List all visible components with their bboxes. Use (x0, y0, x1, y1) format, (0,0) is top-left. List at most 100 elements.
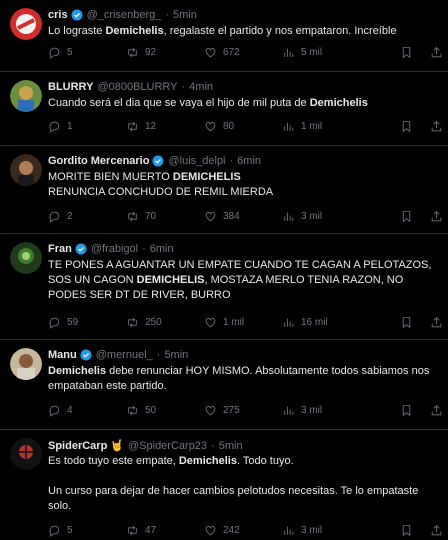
reply-count: 5 (67, 47, 73, 58)
like-button[interactable]: 242 (204, 524, 240, 537)
share-icon (431, 121, 442, 132)
user-name[interactable]: cris (48, 9, 68, 21)
avatar[interactable] (10, 154, 42, 186)
views-button[interactable]: 3 mil (282, 404, 322, 417)
user-name[interactable]: Fran (48, 243, 72, 255)
verified-icon (71, 9, 83, 21)
timestamp[interactable]: 5min (219, 440, 243, 452)
user-name[interactable]: SpiderCarp (48, 440, 107, 452)
tweet-text-part: Cuando será el dia que se vaya el hijo d… (48, 97, 310, 109)
retweet-button[interactable]: 12 (126, 120, 156, 133)
tweet-text: Es todo tuyo este empate, Demichelis. To… (48, 454, 440, 514)
reply-button[interactable]: 5 (48, 524, 73, 537)
share-icon (431, 525, 442, 536)
reply-button[interactable]: 4 (48, 404, 73, 417)
share-button[interactable] (430, 316, 448, 329)
user-handle[interactable]: @0800BLURRY (97, 81, 177, 93)
like-count: 672 (223, 47, 240, 58)
bookmark-icon (402, 317, 411, 329)
bookmark-button[interactable] (400, 120, 419, 133)
reply-button[interactable]: 2 (48, 210, 73, 223)
retweet-button[interactable]: 250 (126, 316, 162, 329)
verified-icon (75, 243, 87, 255)
like-button[interactable]: 672 (204, 46, 240, 59)
retweet-button[interactable]: 92 (126, 46, 156, 59)
view-count: 3 mil (301, 211, 323, 222)
views-button[interactable]: 16 mil (282, 316, 328, 329)
separator-dot: · (156, 349, 161, 361)
views-button[interactable]: 1 mil (282, 120, 322, 133)
retweet-icon (128, 47, 137, 58)
tweet[interactable]: Gordito Mercenario @luis_delpi · 6min MO… (0, 146, 448, 234)
bookmark-button[interactable] (400, 316, 419, 329)
avatar[interactable] (10, 438, 42, 470)
tweet-text-highlight: Demichelis (309, 97, 368, 109)
bookmark-button[interactable] (400, 404, 419, 417)
views-button[interactable]: 3 mil (282, 210, 322, 223)
tweet[interactable]: BLURRY @0800BLURRY · 4min Cuando será el… (0, 72, 448, 146)
tweet-actions: 59 250 1 mil 16 mil (48, 316, 442, 332)
separator-dot: · (165, 9, 170, 21)
reply-count: 2 (67, 211, 73, 222)
like-button[interactable]: 80 (204, 120, 234, 133)
tweet-text-part: MORITE BIEN MUERTO (48, 171, 173, 183)
share-button[interactable] (430, 210, 448, 223)
views-button[interactable]: 5 mil (282, 46, 322, 59)
timestamp[interactable]: 5min (173, 9, 197, 21)
user-handle[interactable]: @frabigol (91, 243, 138, 255)
avatar[interactable] (10, 242, 42, 274)
reply-count: 4 (67, 405, 73, 416)
user-handle[interactable]: @luis_delpi (168, 155, 225, 167)
view-count: 1 mil (301, 121, 323, 132)
verified-icon (80, 349, 92, 361)
timestamp[interactable]: 4min (189, 81, 213, 93)
tweet[interactable]: Manu @mernuel_ · 5min Demichelis debe re… (0, 340, 448, 430)
tweet-text: Demichelis debe renunciar HOY MISMO. Abs… (48, 364, 440, 394)
like-button[interactable]: 1 mil (204, 316, 244, 329)
retweet-button[interactable]: 47 (126, 524, 156, 537)
tweet-actions: 1 12 80 1 mil (48, 120, 442, 136)
avatar[interactable] (10, 80, 42, 112)
reply-button[interactable]: 1 (48, 120, 73, 133)
user-name[interactable]: BLURRY (48, 81, 93, 93)
timestamp[interactable]: 5min (164, 349, 188, 361)
avatar[interactable] (10, 348, 42, 380)
like-count: 1 mil (223, 317, 245, 328)
like-button[interactable]: 275 (204, 404, 240, 417)
like-button[interactable]: 384 (204, 210, 240, 223)
retweet-button[interactable]: 50 (126, 404, 156, 417)
user-name[interactable]: Gordito Mercenario (48, 155, 149, 167)
tweet-text: Lo lograste Demichelis, regalaste el par… (48, 24, 440, 39)
separator-dot: · (181, 81, 186, 93)
tweet-text-highlight: Demichelis (105, 25, 164, 37)
avatar[interactable] (10, 8, 42, 40)
user-name[interactable]: Manu (48, 349, 77, 361)
tweet-text-part: RENUNCIA CONCHUDO DE REMIL MIERDA (48, 186, 274, 198)
reply-icon (49, 47, 60, 59)
bookmark-icon (402, 47, 411, 59)
retweet-icon (128, 121, 137, 132)
share-button[interactable] (430, 120, 448, 133)
tweet-text-part: , regalaste el partido y nos empataron. … (163, 25, 397, 37)
tweet-text-highlight: DEMICHELIS (136, 274, 205, 286)
share-button[interactable] (430, 46, 448, 59)
tweet[interactable]: cris @_crisenberg_ · 5min Lo lograste De… (0, 0, 448, 72)
tweet[interactable]: SpiderCarp 🤘 @SpiderCarp23 · 5min Es tod… (0, 430, 448, 540)
tweet-actions: 5 92 672 5 mil (48, 46, 442, 62)
reply-button[interactable]: 59 (48, 316, 78, 329)
user-handle[interactable]: @mernuel_ (96, 349, 153, 361)
share-button[interactable] (430, 404, 448, 417)
timestamp[interactable]: 6min (237, 155, 261, 167)
share-button[interactable] (430, 524, 448, 537)
bookmark-button[interactable] (400, 46, 419, 59)
share-icon (431, 405, 442, 416)
retweet-button[interactable]: 70 (126, 210, 156, 223)
tweet[interactable]: Fran @frabigol · 6min TE PONES A AGUANTA… (0, 234, 448, 340)
views-button[interactable]: 3 mil (282, 524, 322, 537)
reply-button[interactable]: 5 (48, 46, 73, 59)
bookmark-button[interactable] (400, 524, 419, 537)
timestamp[interactable]: 6min (150, 243, 174, 255)
user-handle[interactable]: @_crisenberg_ (87, 9, 162, 21)
bookmark-button[interactable] (400, 210, 419, 223)
user-handle[interactable]: @SpiderCarp23 (128, 440, 207, 452)
